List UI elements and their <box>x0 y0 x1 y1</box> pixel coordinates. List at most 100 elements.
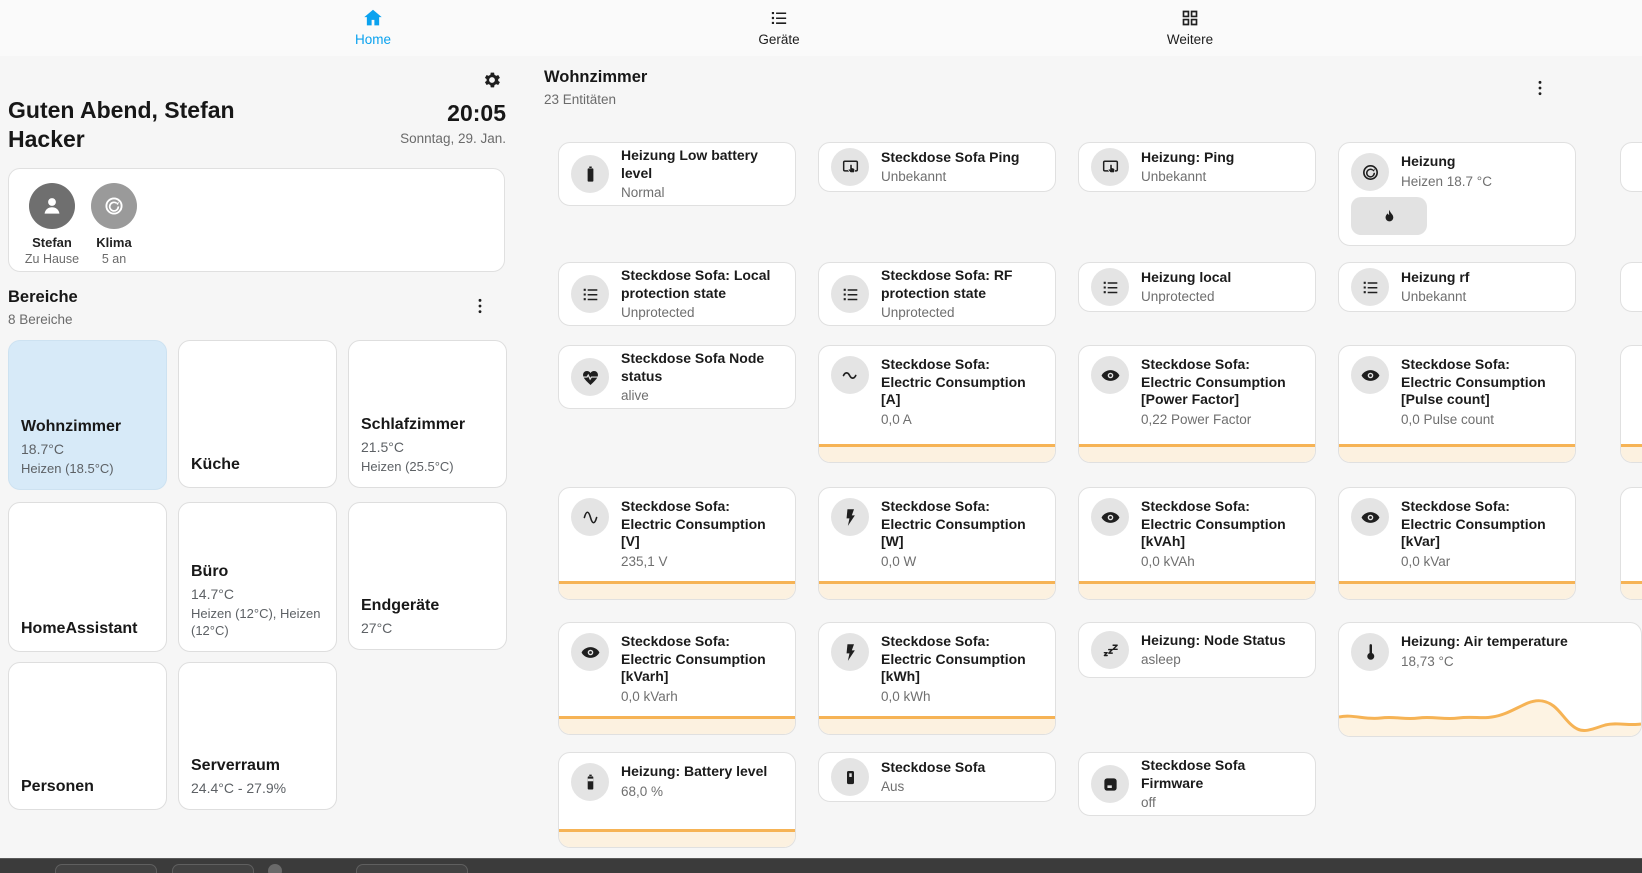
area-temp: 14.7°C <box>191 585 324 603</box>
area-card-homeassistant[interactable]: HomeAssistant <box>8 502 167 652</box>
entity-title: Heizung <box>1401 153 1492 171</box>
entity-state: Unprotected <box>1141 288 1231 305</box>
areas-section-header: Bereiche 8 Bereiche <box>8 288 78 327</box>
entity-state: 0,0 A <box>881 411 1043 428</box>
area-card-wohnzimmer[interactable]: Wohnzimmer 18.7°C Heizen (18.5°C) <box>8 340 167 490</box>
entity-title: Heizung: Battery level <box>621 763 767 781</box>
entity-state: 0,0 kWh <box>881 688 1043 705</box>
person-chip-stefan[interactable]: Stefan Zu Hause <box>21 183 83 266</box>
heat-mode-button[interactable] <box>1351 197 1427 235</box>
entity-card-steckdose-ping[interactable]: Steckdose Sofa PingUnbekannt <box>818 142 1056 192</box>
battery-icon <box>571 155 609 193</box>
entity-card-consumption-kvar[interactable]: Steckdose Sofa: Electric Consumption [kV… <box>1338 487 1576 600</box>
entity-state: Heizen 18.7 °C <box>1401 173 1492 190</box>
area-name: Schlafzimmer <box>361 415 494 435</box>
person-name: Klima <box>96 235 131 250</box>
top-navigation: Home Geräte Weitere <box>0 0 1642 56</box>
entity-card-consumption-power-factor[interactable]: Steckdose Sofa: Electric Consumption [Po… <box>1078 345 1316 463</box>
list-icon <box>1351 268 1389 306</box>
eye-icon <box>571 633 609 671</box>
entity-card-consumption-kvarh[interactable]: Steckdose Sofa: Electric Consumption [kV… <box>558 622 796 735</box>
entity-card-heizung-local[interactable]: Heizung localUnprotected <box>1078 262 1316 312</box>
entities-menu-dots-icon[interactable] <box>1530 78 1554 102</box>
area-card-buero[interactable]: Büro 14.7°C Heizen (12°C), Heizen (12°C) <box>178 502 337 652</box>
entity-state: Aus <box>881 778 985 795</box>
area-name: Endgeräte <box>361 596 494 616</box>
entity-card-consumption-kwh[interactable]: Steckdose Sofa: Electric Consumption [kW… <box>818 622 1056 735</box>
temperature-sparkline <box>1339 684 1641 736</box>
thermostat-icon <box>91 183 137 229</box>
person-name: Stefan <box>32 235 72 250</box>
entity-card-heizung-rf[interactable]: Heizung rfUnbekannt <box>1338 262 1576 312</box>
area-card-kueche[interactable]: Küche <box>178 340 337 488</box>
entity-card-consumption-v[interactable]: Steckdose Sofa: Electric Consumption [V]… <box>558 487 796 600</box>
settings-gear-icon[interactable] <box>482 70 506 94</box>
entity-card-heizung-climate[interactable]: Heizung Heizen 18.7 °C <box>1338 142 1576 246</box>
sparkline <box>819 444 1055 462</box>
battery-half-icon <box>571 763 609 801</box>
partial-entity-card[interactable] <box>1620 487 1642 600</box>
entity-state: asleep <box>1141 651 1286 668</box>
sparkline <box>1339 444 1575 462</box>
entity-card-consumption-kvah[interactable]: Steckdose Sofa: Electric Consumption [kV… <box>1078 487 1316 600</box>
entity-card-heizung-low-battery[interactable]: Heizung Low battery levelNormal <box>558 142 796 206</box>
area-temp: 24.4°C - 27.9% <box>191 779 324 797</box>
entity-card-heizung-battery-level[interactable]: Heizung: Battery level68,0 % <box>558 752 796 848</box>
entity-card-heizung-node-status[interactable]: Heizung: Node Statusasleep <box>1078 622 1316 678</box>
sparkline <box>559 581 795 599</box>
area-card-endgeraete[interactable]: Endgeräte 27°C <box>348 502 507 650</box>
sparkline <box>1079 581 1315 599</box>
eye-icon <box>1091 498 1129 536</box>
entity-card-steckdose-sofa[interactable]: Steckdose SofaAus <box>818 752 1056 802</box>
tab-weitere[interactable]: Weitere <box>1130 7 1250 47</box>
entity-title: Steckdose Sofa: Electric Consumption [kV… <box>621 633 783 686</box>
chip-icon <box>1091 765 1129 803</box>
partial-entity-card[interactable] <box>1620 142 1642 192</box>
list-icon <box>571 275 609 313</box>
entity-card-local-protection[interactable]: Steckdose Sofa: Local protection stateUn… <box>558 262 796 326</box>
persons-card: Stefan Zu Hause Klima 5 an <box>8 168 505 272</box>
grid-icon <box>1179 7 1201 29</box>
person-chip-klima[interactable]: Klima 5 an <box>83 183 145 266</box>
entity-state: 0,0 Pulse count <box>1401 411 1563 428</box>
taskbar <box>0 858 1642 873</box>
power-socket-icon <box>831 758 869 796</box>
devices-list-icon <box>768 7 790 29</box>
area-status: Heizen (18.5°C) <box>21 460 154 477</box>
entity-card-node-status[interactable]: Steckdose Sofa Node statusalive <box>558 345 796 409</box>
entity-card-steckdose-firmware[interactable]: Steckdose Sofa Firmwareoff <box>1078 752 1316 816</box>
entity-card-rf-protection[interactable]: Steckdose Sofa: RF protection stateUnpro… <box>818 262 1056 326</box>
partial-entity-card[interactable] <box>1620 345 1642 463</box>
tab-geraete-label: Geräte <box>758 32 799 47</box>
areas-title: Bereiche <box>8 288 78 307</box>
entity-card-consumption-a[interactable]: Steckdose Sofa: Electric Consumption [A]… <box>818 345 1056 463</box>
eye-icon <box>1091 356 1129 394</box>
entities-panel-title: Wohnzimmer <box>544 68 647 87</box>
entity-title: Steckdose Sofa Ping <box>881 149 1019 167</box>
entity-card-consumption-pulse-count[interactable]: Steckdose Sofa: Electric Consumption [Pu… <box>1338 345 1576 463</box>
sine-wave-icon <box>571 498 609 536</box>
area-temp: 18.7°C <box>21 440 154 458</box>
entity-card-heizung-ping[interactable]: Heizung: PingUnbekannt <box>1078 142 1316 192</box>
area-card-personen[interactable]: Personen <box>8 662 167 810</box>
home-icon <box>362 7 384 29</box>
entity-title: Heizung: Air temperature <box>1401 633 1568 651</box>
entity-card-air-temperature[interactable]: Heizung: Air temperature18,73 °C <box>1338 622 1642 737</box>
areas-menu-dots-icon[interactable] <box>470 296 494 320</box>
partial-entity-card[interactable] <box>1620 262 1642 312</box>
tab-geraete[interactable]: Geräte <box>719 7 839 47</box>
entity-title: Steckdose Sofa Node status <box>621 350 783 385</box>
sparkline <box>1621 581 1642 599</box>
areas-subtitle: 8 Bereiche <box>8 312 78 327</box>
entity-title: Steckdose Sofa: Electric Consumption [V] <box>621 498 783 551</box>
tab-home[interactable]: Home <box>313 7 433 47</box>
entity-title: Steckdose Sofa: Electric Consumption [W] <box>881 498 1043 551</box>
entity-title: Steckdose Sofa: Electric Consumption [Po… <box>1141 356 1303 409</box>
entity-state: 0,0 kVar <box>1401 553 1563 570</box>
entity-card-consumption-w[interactable]: Steckdose Sofa: Electric Consumption [W]… <box>818 487 1056 600</box>
area-temp: 21.5°C <box>361 438 494 456</box>
entity-title: Steckdose Sofa: RF protection state <box>881 267 1043 302</box>
area-card-schlafzimmer[interactable]: Schlafzimmer 21.5°C Heizen (25.5°C) <box>348 340 507 488</box>
person-status: Zu Hause <box>25 252 79 266</box>
area-card-serverraum[interactable]: Serverraum 24.4°C - 27.9% <box>178 662 337 810</box>
